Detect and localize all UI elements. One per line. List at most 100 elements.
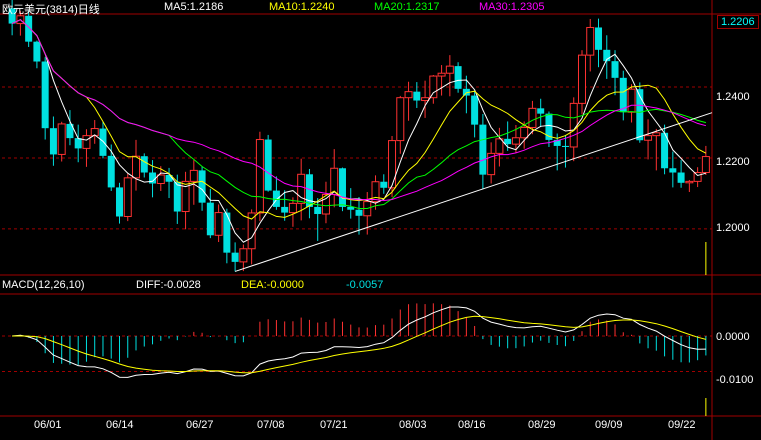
macd-diff-line [12,306,706,378]
price-tick-label: 1.2400 [716,91,750,103]
candle [132,139,141,191]
candle [74,124,82,163]
candle-body [49,128,57,155]
candle-body [74,138,82,149]
macd-dea-label: DEA:-0.0000 [241,279,304,291]
chart-grid [2,86,712,373]
candle [380,174,388,194]
date-tick-label: 06/27 [186,419,214,431]
candle-body [577,54,586,104]
candle-body [198,170,206,203]
candle [685,179,694,193]
candle [693,167,702,188]
candle [627,84,636,123]
candle-body [314,206,322,215]
macd-dea-line [12,315,707,374]
candle-body [520,126,529,139]
candle-body [404,91,413,99]
candle [115,182,123,224]
macd-diff-label: DIFF:-0.0028 [136,279,201,291]
candle-body [511,137,520,145]
candle-body [107,155,115,188]
candle-body [471,95,479,125]
candle-body [115,187,123,217]
price-tick-label: 1.2000 [716,222,750,234]
macd-bars [19,303,707,365]
candle [701,145,710,175]
candle [305,168,313,219]
candle [140,153,148,178]
candle-body [677,172,685,183]
candle [661,124,669,175]
candle-body [355,209,363,216]
candle [239,244,248,272]
ma10-label: MA10:1.2240 [269,1,335,13]
candle-body [123,177,132,217]
candle [471,90,479,138]
candle [652,128,661,171]
candle [413,82,421,108]
candle [272,176,280,210]
date-tick-label: 08/16 [458,419,486,431]
candle [445,55,454,97]
candle-body [528,107,537,128]
candle [33,40,41,69]
date-tick-label: 09/22 [668,419,696,431]
candle-body [429,75,438,99]
candle [644,119,653,160]
candles [8,0,710,272]
candle-body [669,168,677,173]
candle-body [388,140,397,189]
candle-body [132,155,141,179]
candle-body [206,202,214,236]
candle-body [156,174,165,185]
candle-body [619,77,627,113]
candle-body [231,252,239,262]
date-tick-label: 06/01 [34,419,62,431]
candle [264,134,272,192]
candle [595,18,603,68]
candle-body [437,72,446,77]
candle-body [561,145,569,147]
candle-body [214,212,223,236]
candle-body [413,91,421,101]
candle [99,121,107,159]
candle-body [223,212,231,253]
candle-body [255,139,264,214]
date-tick-label: 07/21 [320,419,348,431]
price-tick-label: 1.2200 [716,156,750,168]
candle [586,18,595,72]
candle-body [685,180,694,184]
candle [462,75,470,114]
candle [330,149,339,208]
candle [90,120,99,144]
candle [255,131,264,222]
candle [223,208,231,264]
kline-chart [0,0,761,440]
macd-tick-label: -0.0100 [716,374,754,386]
candle [619,70,627,121]
candle-body [396,97,405,142]
date-tick-label: 06/14 [106,419,134,431]
candle-body [479,124,487,175]
candle [577,50,586,115]
chart-title: 欧元美元(3814)日线 [2,4,100,16]
candle [479,114,487,190]
candle-body [264,139,272,191]
candle [495,127,504,167]
candle [288,197,297,227]
ma30-label: MA30:1.2305 [479,1,545,13]
candle-body [652,132,661,137]
candle [371,175,380,210]
macd-value-label: -0.0057 [346,279,384,291]
ma20-label: MA20:1.2317 [374,1,440,13]
date-tick-label: 08/03 [399,419,427,431]
candle [198,166,206,211]
candle-body [140,156,148,173]
candle-body [569,102,578,148]
date-tick-label: 07/08 [257,419,285,431]
candle [123,173,132,222]
ma5-label: MA5:1.2186 [164,1,224,13]
date-tick-label: 08/29 [528,419,556,431]
candle-body [421,97,430,102]
